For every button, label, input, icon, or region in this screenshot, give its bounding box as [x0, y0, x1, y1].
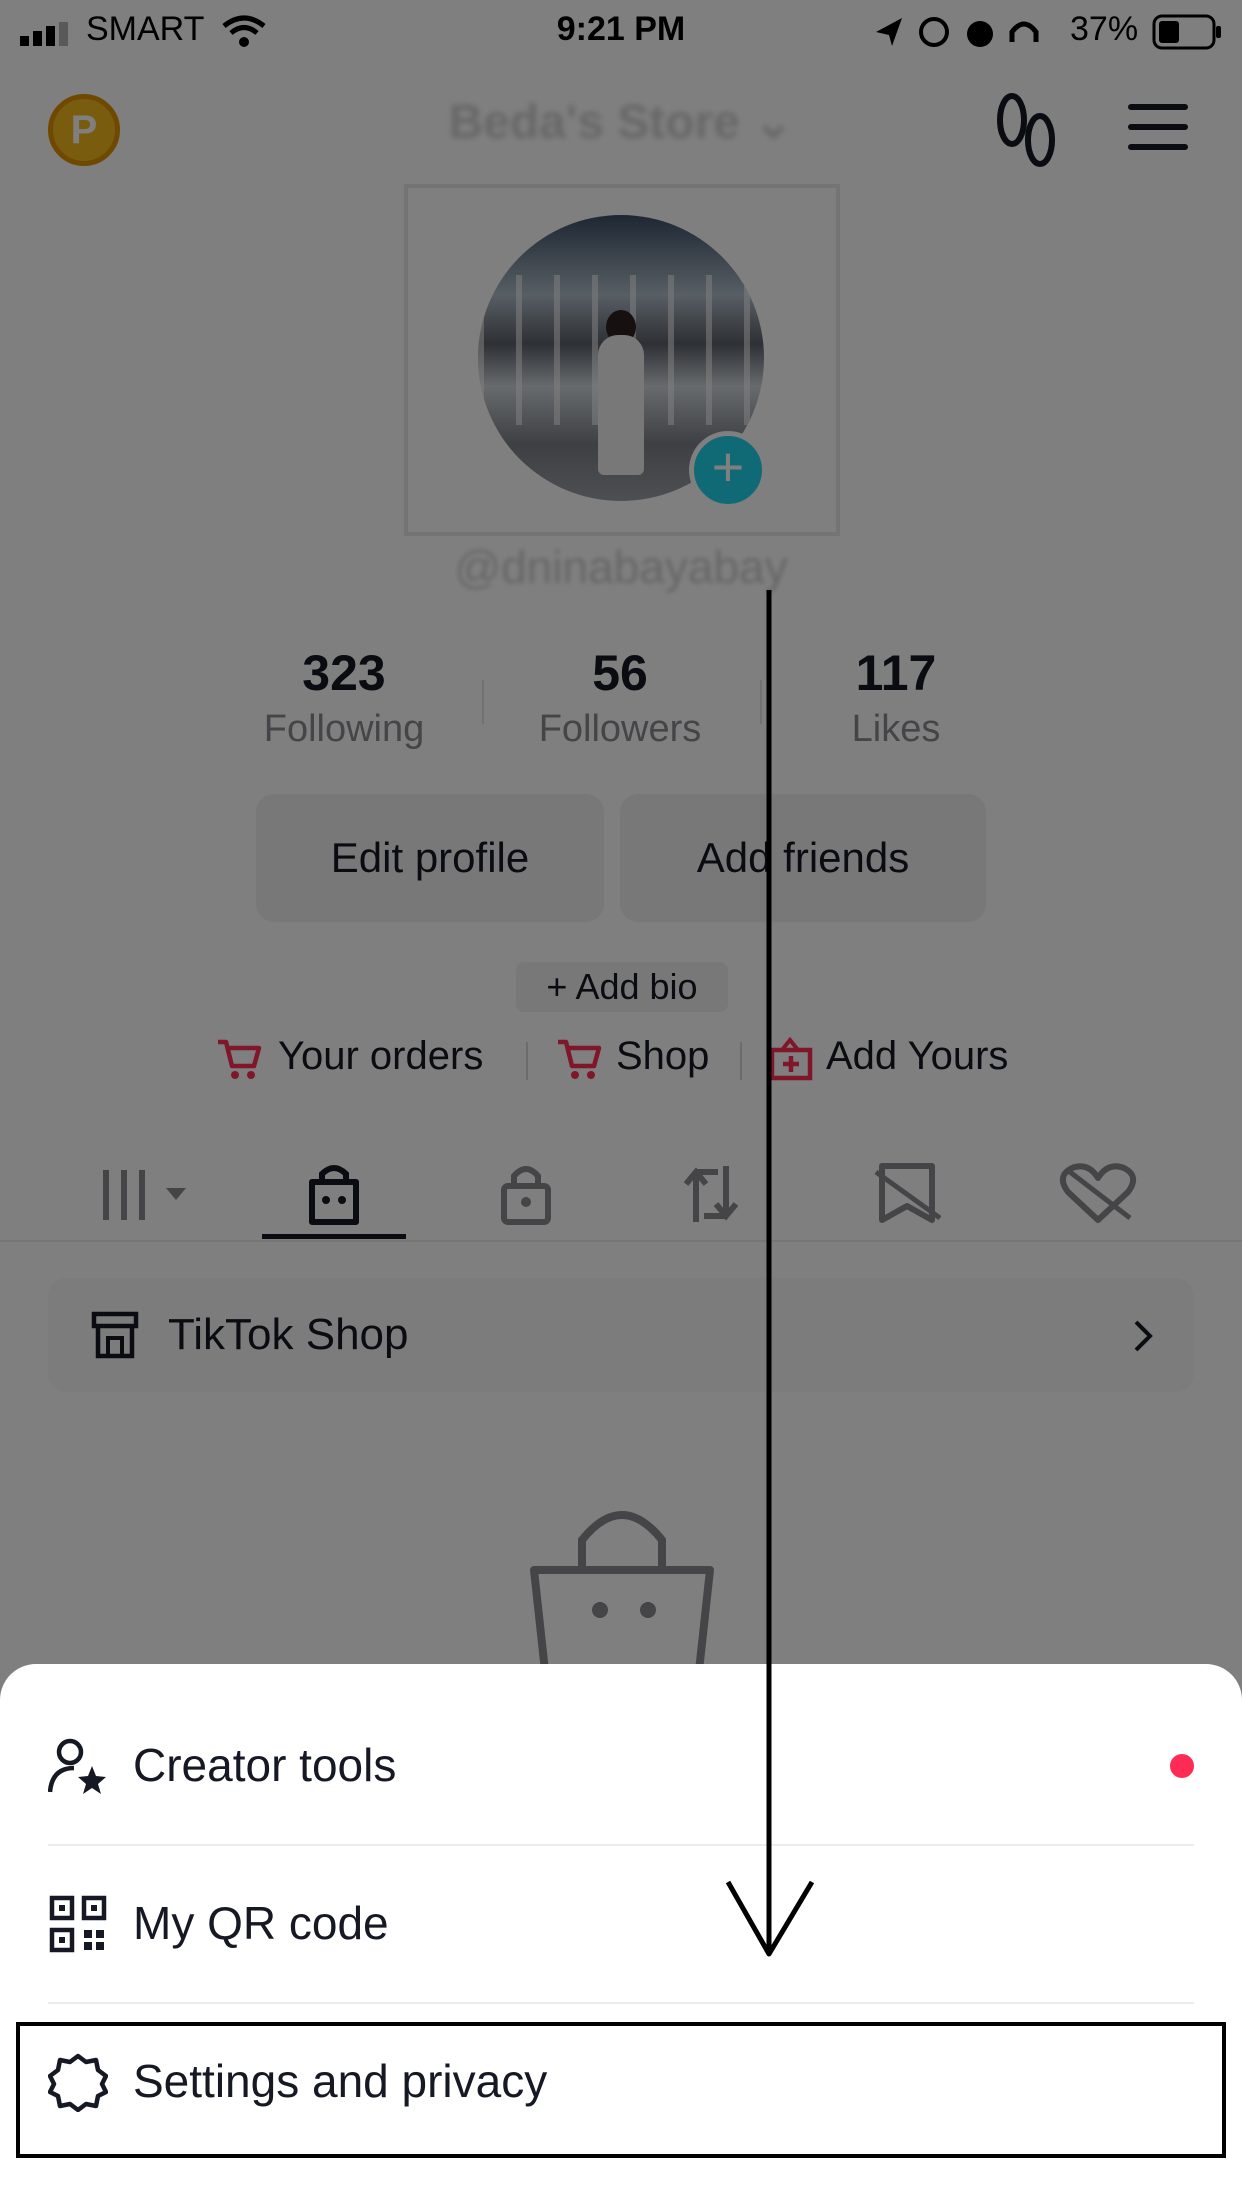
my-qr-code-label: My QR code	[133, 1897, 389, 1949]
settings-highlight-box	[16, 2022, 1226, 2158]
creator-tools-icon	[48, 1738, 106, 1794]
creator-tools-label: Creator tools	[133, 1739, 397, 1791]
notification-dot	[1170, 1754, 1194, 1778]
creator-tools-item[interactable]: Creator tools	[0, 1688, 1242, 1844]
qr-code-icon	[49, 1895, 107, 1953]
my-qr-code-item[interactable]: My QR code	[0, 1846, 1242, 2002]
